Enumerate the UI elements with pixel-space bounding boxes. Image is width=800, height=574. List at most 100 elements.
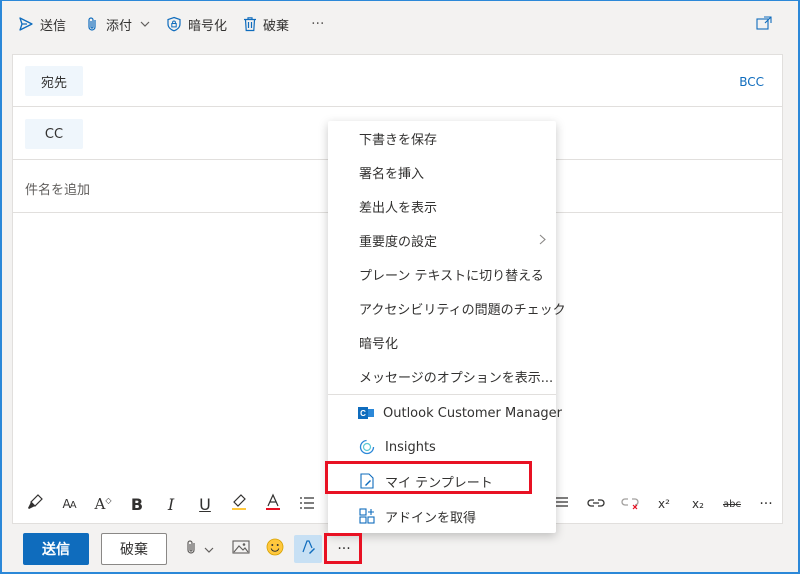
command-bar: 送信 添付 暗号化 破棄 ··· — [2, 2, 798, 46]
font-size-icon: A — [94, 495, 106, 513]
menu-item-switch-plain-text[interactable]: プレーン テキストに切り替える — [328, 257, 556, 291]
underline-button[interactable]: U — [188, 488, 222, 520]
to-button[interactable]: 宛先 — [25, 66, 83, 96]
bold-icon: B — [130, 494, 144, 514]
emoji-icon — [266, 538, 284, 560]
font-color-button[interactable] — [256, 488, 290, 520]
subject-input[interactable]: 件名を追加 — [25, 179, 90, 198]
menu-item-label: 暗号化 — [359, 336, 399, 352]
send-command[interactable]: 送信 — [10, 8, 74, 40]
menu-item-outlook-customer-manager[interactable]: C Outlook Customer Manager — [328, 396, 562, 430]
emoji-button[interactable] — [263, 535, 287, 563]
font-button[interactable]: AA — [52, 488, 86, 520]
menu-item-label: 署名を挿入 — [359, 166, 425, 182]
my-templates-icon — [358, 472, 376, 490]
pop-out-button[interactable] — [756, 16, 772, 34]
font-size-button[interactable]: A ◇ — [86, 488, 120, 520]
format-toolbar: AA A ◇ B I U — [18, 488, 324, 520]
format-toolbar-right: x² x₂ abc ··· — [545, 488, 783, 520]
encrypt-command[interactable]: 暗号化 — [158, 8, 235, 40]
menu-item-insert-signature[interactable]: 署名を挿入 — [328, 155, 556, 189]
pop-out-icon — [756, 16, 772, 34]
menu-item-show-from[interactable]: 差出人を表示 — [328, 189, 556, 223]
more-icon: ··· — [759, 496, 773, 512]
chevron-right-icon — [539, 234, 546, 249]
superscript-icon: x² — [658, 497, 670, 511]
italic-button[interactable]: I — [154, 488, 188, 520]
link-icon — [587, 497, 605, 512]
to-row: 宛先 BCC — [13, 55, 782, 107]
bullet-list-icon — [299, 495, 315, 514]
italic-icon: I — [167, 494, 175, 514]
shield-lock-icon — [166, 16, 182, 32]
pen-format-icon — [300, 538, 316, 560]
attach-command-label: 添付 — [106, 18, 133, 34]
menu-item-label: メッセージのオプションを表示... — [359, 370, 554, 386]
outlook-customer-manager-icon: C — [358, 404, 374, 422]
more-actions-button[interactable]: ··· — [330, 535, 358, 563]
superscript-button[interactable]: x² — [647, 488, 681, 520]
format-toggle-button[interactable] — [294, 535, 322, 563]
menu-item-label: 重要度の設定 — [359, 234, 438, 250]
menu-item-get-addins[interactable]: アドインを取得 — [328, 499, 556, 533]
paperclip-icon — [186, 539, 198, 559]
more-format-button[interactable]: ··· — [749, 488, 783, 520]
discard-command[interactable]: 破棄 — [235, 8, 297, 40]
send-command-label: 送信 — [40, 18, 67, 34]
insert-picture-button[interactable] — [229, 535, 253, 563]
menu-item-label: Insights — [385, 439, 436, 455]
chevron-down-icon — [140, 21, 150, 27]
trash-icon — [243, 16, 257, 32]
menu-item-message-options[interactable]: メッセージのオプションを表示... — [328, 359, 556, 393]
discard-button[interactable]: 破棄 — [101, 533, 167, 565]
highlighter-icon — [230, 493, 248, 515]
menu-item-save-draft[interactable]: 下書きを保存 — [328, 121, 556, 155]
align-icon — [555, 496, 569, 513]
unlink-icon — [621, 496, 639, 513]
menu-item-insights[interactable]: Insights — [328, 430, 556, 464]
discard-command-label: 破棄 — [263, 18, 290, 34]
bcc-link[interactable]: BCC — [739, 75, 764, 89]
format-painter-button[interactable] — [18, 488, 52, 520]
insights-icon — [358, 438, 376, 456]
encrypt-command-label: 暗号化 — [188, 18, 228, 34]
bullets-button[interactable] — [290, 488, 324, 520]
paperclip-icon — [86, 16, 100, 32]
bold-button[interactable]: B — [120, 488, 154, 520]
send-icon — [18, 16, 34, 32]
picture-icon — [232, 540, 250, 558]
menu-item-label: Outlook Customer Manager — [383, 405, 563, 421]
underline-icon: U — [199, 494, 211, 514]
cc-button[interactable]: CC — [25, 119, 83, 149]
menu-item-label: 下書きを保存 — [359, 132, 438, 148]
attach-button[interactable] — [180, 535, 220, 563]
menu-item-label: アドインを取得 — [385, 510, 477, 526]
strikethrough-icon: abc — [723, 498, 741, 510]
chevron-down-icon — [204, 542, 214, 557]
subscript-button[interactable]: x₂ — [681, 488, 715, 520]
svg-text:C: C — [360, 409, 366, 418]
menu-item-label: マイ テンプレート — [385, 475, 493, 491]
more-options-menu: 下書きを保存 署名を挿入 差出人を表示 重要度の設定 プレーン テキストに切り替… — [328, 121, 566, 533]
menu-item-set-importance[interactable]: 重要度の設定 — [328, 223, 556, 257]
menu-item-check-accessibility[interactable]: アクセシビリティの問題のチェック — [328, 291, 566, 325]
menu-item-label: プレーン テキストに切り替える — [359, 268, 544, 284]
attach-command[interactable]: 添付 — [78, 8, 158, 40]
font-icon: AA — [62, 497, 76, 511]
send-button[interactable]: 送信 — [23, 533, 89, 565]
menu-item-my-templates[interactable]: マイ テンプレート — [328, 464, 556, 498]
insert-link-button[interactable] — [579, 488, 613, 520]
more-icon: ··· — [311, 16, 325, 32]
remove-link-button[interactable] — [613, 488, 647, 520]
more-icon: ··· — [337, 541, 351, 557]
strikethrough-button[interactable]: abc — [715, 488, 749, 520]
subscript-icon: x₂ — [692, 497, 704, 511]
highlight-button[interactable] — [222, 488, 256, 520]
menu-item-encrypt[interactable]: 暗号化 — [328, 325, 556, 359]
paintbrush-icon — [26, 493, 44, 515]
menu-item-label: アクセシビリティの問題のチェック — [359, 302, 566, 318]
more-commands-button[interactable]: ··· — [303, 8, 332, 40]
get-addins-icon — [358, 507, 376, 525]
font-color-icon — [264, 493, 282, 515]
menu-separator — [328, 394, 556, 395]
